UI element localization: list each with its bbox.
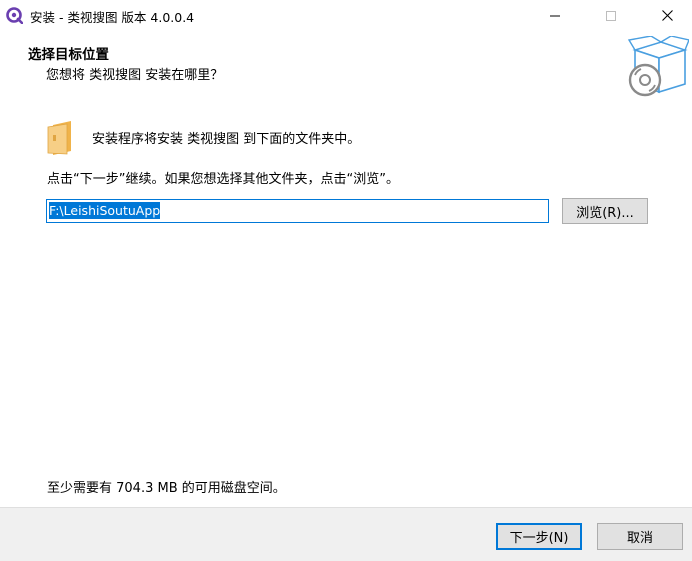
minimize-button[interactable] bbox=[532, 0, 578, 31]
close-icon bbox=[661, 10, 673, 21]
browse-button[interactable]: 浏览(R)... bbox=[562, 198, 648, 224]
wizard-footer: 下一步(N) 取消 bbox=[0, 507, 692, 561]
install-path-input[interactable]: F:\LeishiSoutuApp bbox=[46, 199, 549, 223]
maximize-icon bbox=[606, 10, 616, 21]
cancel-button[interactable]: 取消 bbox=[597, 523, 683, 550]
app-icon bbox=[6, 7, 23, 24]
install-message: 安装程序将安装 类视搜图 到下面的文件夹中。 bbox=[92, 132, 361, 147]
header-divider bbox=[0, 106, 692, 107]
folder-icon bbox=[47, 121, 71, 155]
window-title: 安装 - 类视搜图 版本 4.0.0.4 bbox=[30, 10, 195, 25]
wizard-header: 选择目标位置 您想将 类视搜图 安装在哪里？ bbox=[0, 31, 692, 106]
maximize-button[interactable] bbox=[588, 0, 634, 31]
title-bar: 安装 - 类视搜图 版本 4.0.0.4 bbox=[0, 0, 692, 31]
minimize-icon bbox=[550, 15, 560, 16]
next-button[interactable]: 下一步(N) bbox=[496, 523, 582, 550]
disk-space-note: 至少需要有 704.3 MB 的可用磁盘空间。 bbox=[47, 481, 286, 496]
page-title: 选择目标位置 bbox=[28, 47, 109, 63]
instruction-text: 点击“下一步”继续。如果您想选择其他文件夹，点击“浏览”。 bbox=[47, 172, 399, 187]
page-subtitle: 您想将 类视搜图 安装在哪里？ bbox=[46, 68, 224, 83]
install-box-icon bbox=[627, 36, 689, 97]
install-path-value: F:\LeishiSoutuApp bbox=[49, 202, 161, 219]
close-button[interactable] bbox=[644, 0, 690, 31]
